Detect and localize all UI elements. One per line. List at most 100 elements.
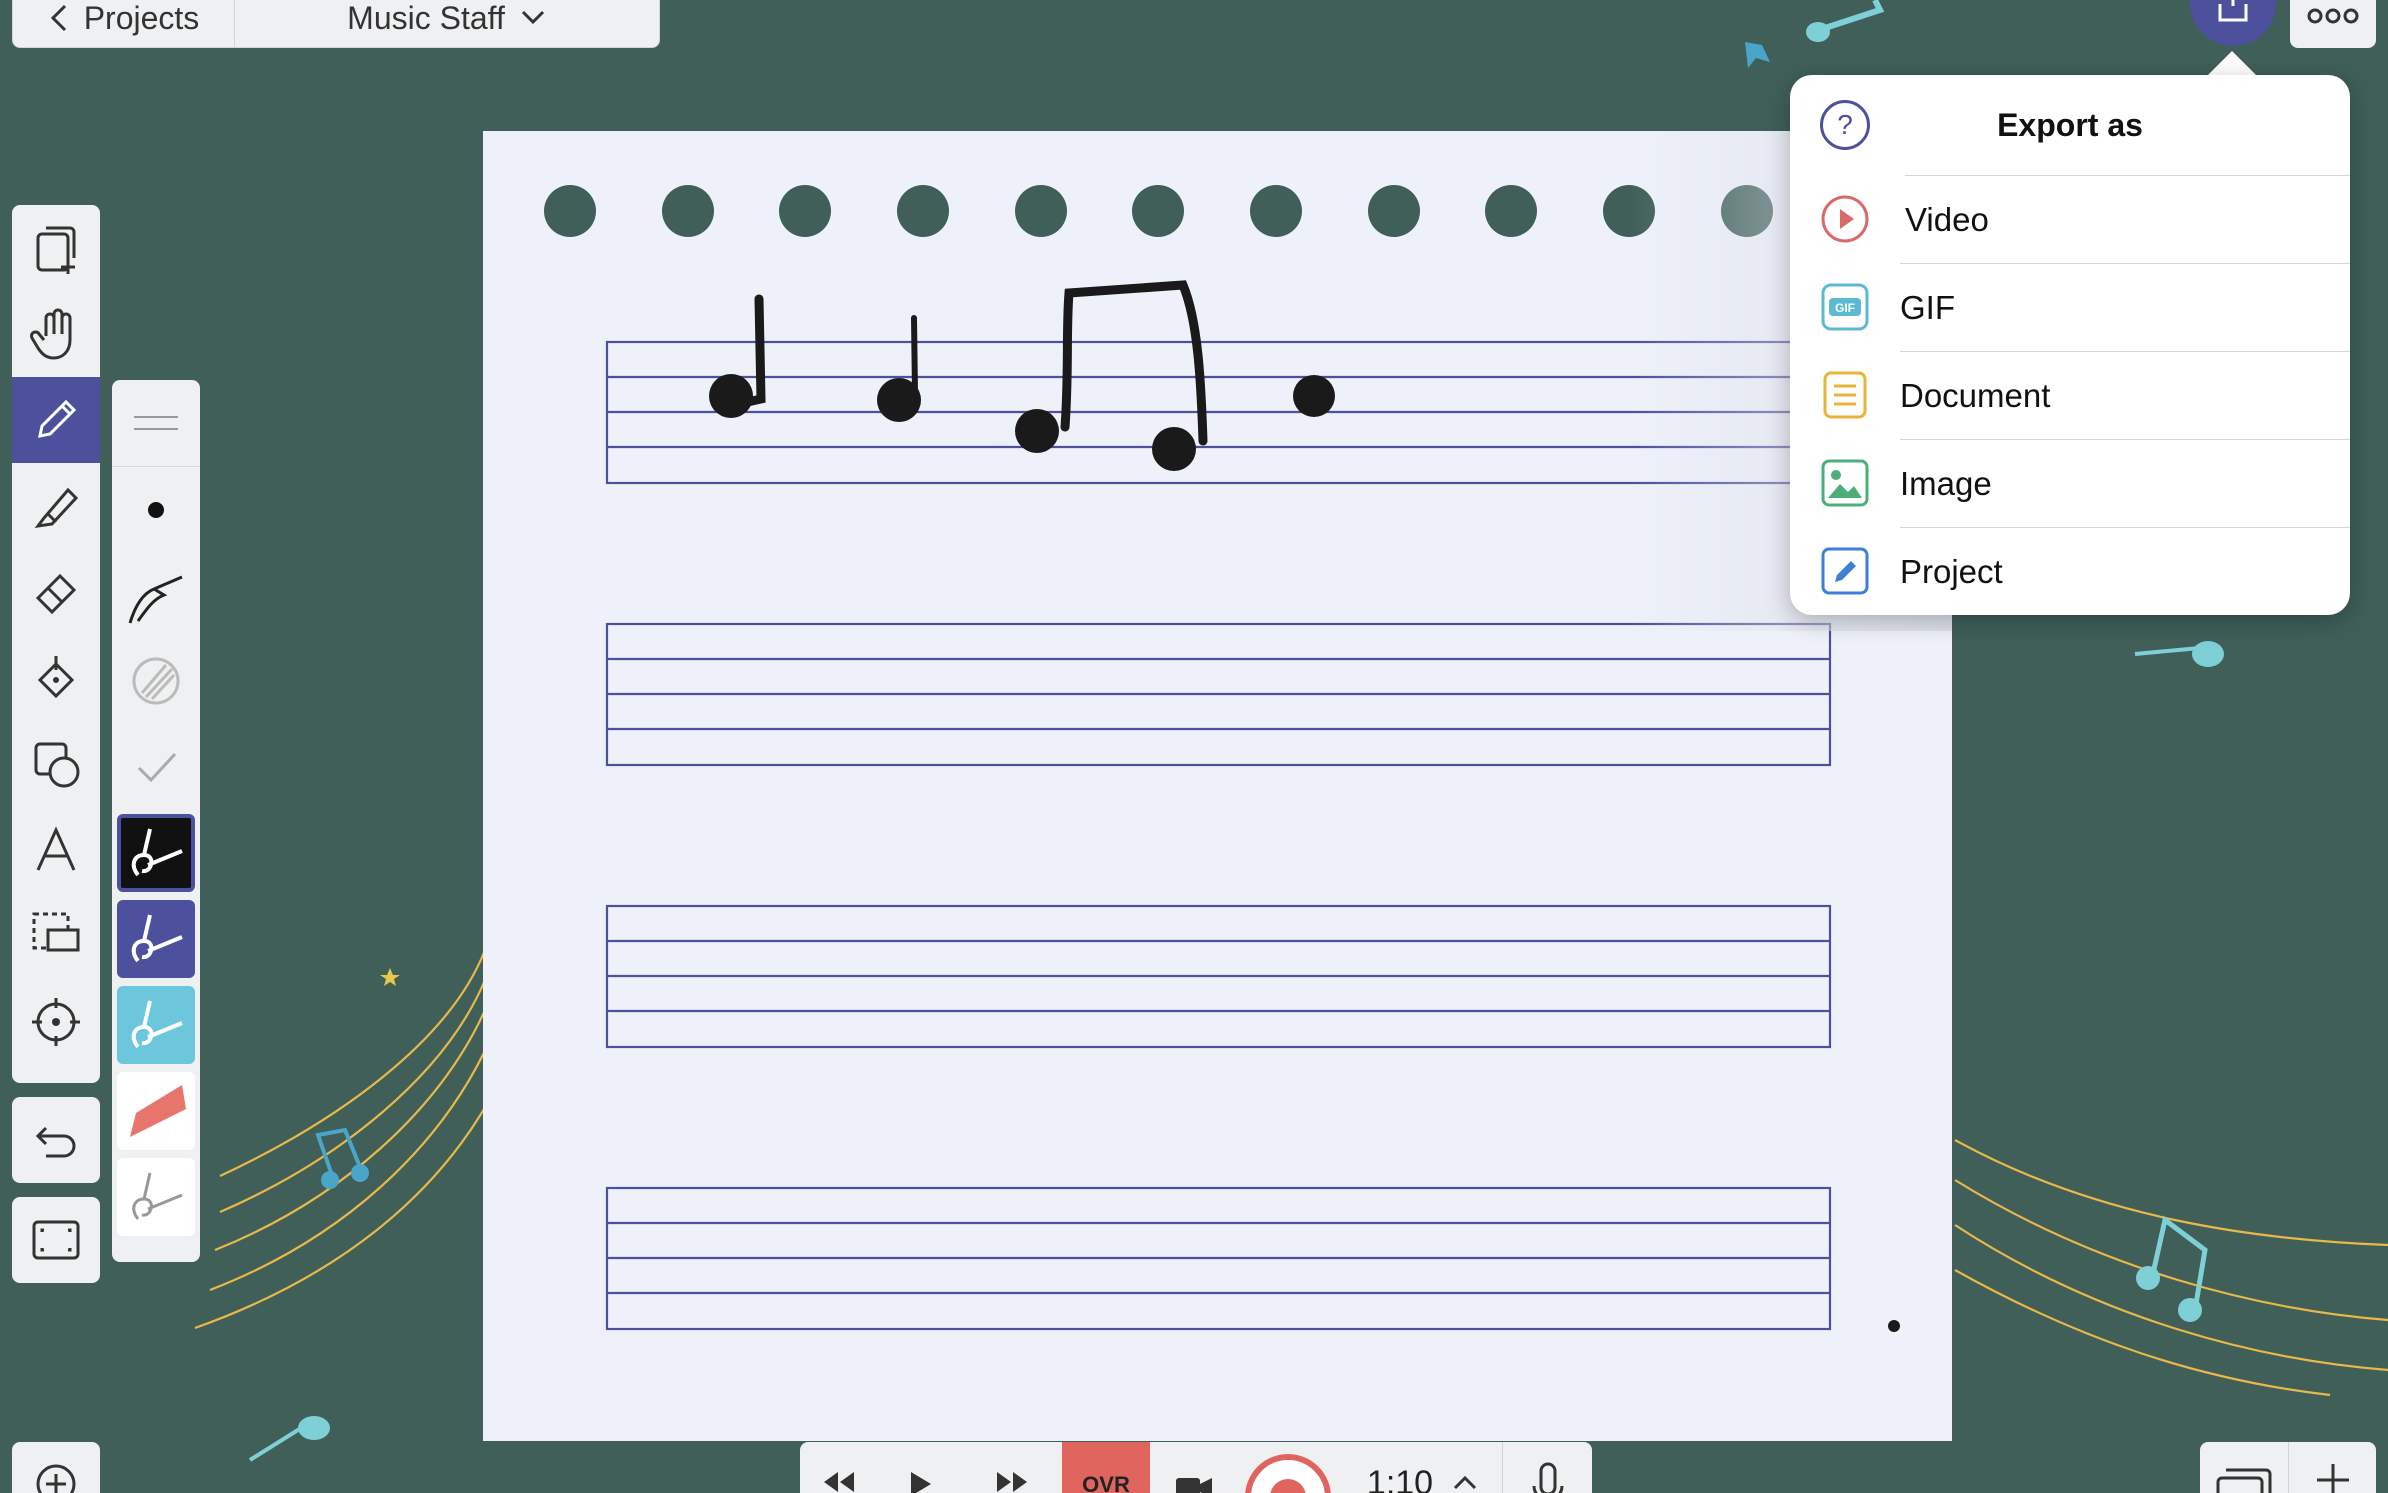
indigo-pen-swatch[interactable]	[112, 896, 200, 982]
export-document-label: Document	[1900, 351, 2350, 439]
gif-badge-text: GIF	[1835, 301, 1855, 315]
pen-brush[interactable]	[112, 552, 200, 638]
video-play-icon	[1820, 194, 1870, 244]
export-video-option[interactable]: Video	[1790, 175, 2350, 263]
document-icon	[1820, 370, 1870, 420]
highlighter-tool[interactable]	[12, 463, 100, 549]
zoom-in-button[interactable]	[12, 1442, 100, 1493]
ellipsis-icon	[2307, 8, 2359, 24]
shapes-icon	[34, 742, 80, 788]
export-menu: Export as ? Video GIF GIF Document Image…	[1790, 75, 2350, 615]
undo-icon	[35, 1126, 76, 1158]
help-icon: ?	[1837, 109, 1853, 140]
top-navigation: Projects Music Staff	[12, 0, 660, 48]
add-page-icon	[36, 226, 76, 274]
binder-holes	[544, 185, 1890, 237]
check-icon	[137, 752, 177, 783]
export-image-option[interactable]: Image	[1790, 439, 2350, 527]
staff-lines	[605, 340, 1832, 1331]
red-marker-swatch[interactable]	[112, 1068, 200, 1154]
pen-stroke-icon	[131, 1000, 183, 1049]
add-page-button[interactable]	[2288, 1442, 2376, 1493]
pages-button[interactable]	[2200, 1442, 2288, 1493]
chevron-down-icon	[519, 8, 547, 28]
confirm-brush[interactable]	[112, 724, 200, 810]
text-icon	[36, 826, 76, 871]
eraser-icon	[35, 573, 77, 615]
text-tool[interactable]	[12, 807, 100, 893]
export-menu-title: Export as	[1997, 106, 2143, 143]
export-image-label: Image	[1900, 439, 2350, 527]
back-button[interactable]: Projects	[13, 0, 235, 47]
add-page-tool[interactable]	[12, 205, 100, 291]
frame-button[interactable]	[12, 1197, 100, 1283]
pen-stroke-icon	[131, 914, 183, 963]
playback-bar: OVR 1:10	[800, 1442, 1592, 1493]
camera-button[interactable]	[1150, 1442, 1238, 1493]
pen-stroke-icon	[132, 1172, 183, 1220]
back-label: Projects	[83, 0, 200, 36]
microphone-icon	[1532, 1462, 1563, 1493]
undo-button[interactable]	[12, 1097, 100, 1183]
tool-palette	[12, 205, 100, 1083]
project-title-dropdown[interactable]: Music Staff	[235, 0, 659, 47]
cyan-pen-swatch[interactable]	[112, 982, 200, 1068]
black-pen-swatch[interactable]	[112, 810, 200, 896]
fast-forward-button[interactable]	[964, 1442, 1062, 1493]
zoom-in-icon	[36, 1464, 76, 1493]
frame-icon	[32, 1220, 80, 1260]
shapes-tool[interactable]	[12, 721, 100, 807]
eraser-tool[interactable]	[12, 549, 100, 635]
help-button[interactable]: ?	[1820, 100, 1870, 150]
page-controls	[2200, 1442, 2376, 1493]
timeline-time: 1:10	[1366, 1464, 1434, 1493]
export-button[interactable]	[2190, 0, 2276, 46]
timeline-expand-button[interactable]	[1440, 1442, 1490, 1493]
play-icon	[911, 1472, 931, 1493]
chevron-up-icon	[1453, 1475, 1477, 1490]
plus-icon	[2316, 1464, 2349, 1493]
selection-tool[interactable]	[12, 893, 100, 979]
fast-forward-icon	[997, 1472, 1027, 1492]
pencil-tool[interactable]	[12, 377, 100, 463]
texture-brush[interactable]	[112, 638, 200, 724]
fill-tool[interactable]	[12, 635, 100, 721]
hand-icon	[30, 308, 72, 360]
overwrite-toggle[interactable]: OVR	[1062, 1442, 1150, 1493]
record-icon	[1245, 1454, 1331, 1493]
export-gif-option[interactable]: GIF GIF	[1790, 263, 2350, 351]
pencil-project-icon	[1820, 546, 1870, 596]
rewind-button[interactable]	[800, 1442, 876, 1493]
play-button[interactable]	[876, 1442, 964, 1493]
image-icon	[1820, 458, 1870, 508]
staff-paper	[544, 185, 1900, 1332]
export-gif-label: GIF	[1900, 263, 2350, 351]
hand-tool[interactable]	[12, 291, 100, 377]
target-icon	[32, 998, 80, 1046]
export-document-option[interactable]: Document	[1790, 351, 2350, 439]
highlighter-icon	[34, 487, 79, 528]
dot-brush-icon	[148, 501, 164, 518]
line-weight-button[interactable]	[112, 380, 200, 466]
pen-brush-icon	[128, 575, 183, 624]
pen-stroke-icon	[131, 828, 183, 877]
dot-brush[interactable]	[112, 466, 200, 552]
project-title: Music Staff	[347, 0, 505, 36]
export-project-option[interactable]: Project	[1790, 527, 2350, 615]
share-icon	[2218, 0, 2248, 22]
stray-dot	[1888, 1320, 1900, 1332]
export-video-label: Video	[1905, 175, 2350, 263]
record-button[interactable]	[1238, 1442, 1338, 1493]
fill-icon	[37, 656, 75, 699]
video-camera-icon	[1176, 1478, 1212, 1493]
line-weight-icon	[134, 416, 178, 430]
export-project-label: Project	[1900, 527, 2350, 615]
target-tool[interactable]	[12, 979, 100, 1065]
more-options-button[interactable]	[2290, 0, 2376, 48]
pencil-icon	[38, 399, 77, 438]
white-pen-swatch[interactable]	[112, 1154, 200, 1240]
select-icon	[32, 912, 80, 952]
chevron-left-icon	[48, 2, 70, 34]
microphone-button[interactable]	[1502, 1442, 1592, 1493]
marker-icon	[130, 1085, 186, 1137]
